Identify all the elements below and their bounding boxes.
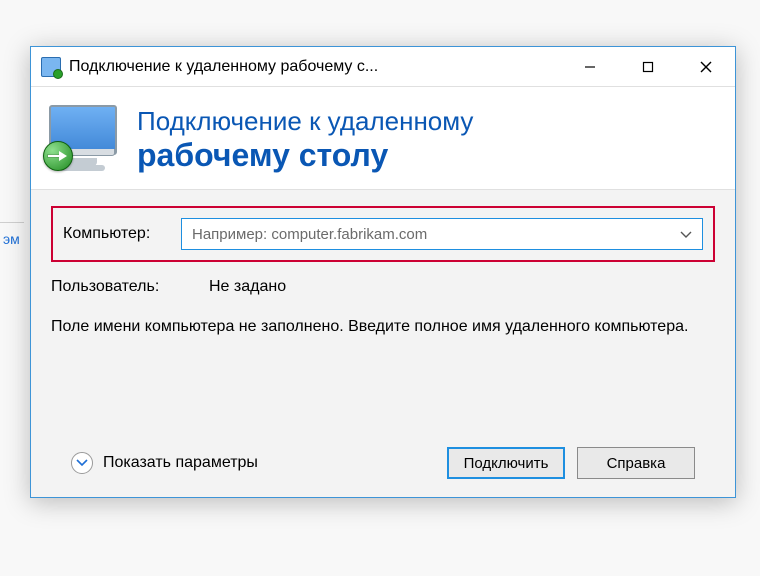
titlebar: Подключение к удаленному рабочему с... — [31, 47, 735, 87]
rdp-icon — [45, 105, 123, 175]
computer-placeholder: Например: computer.fabrikam.com — [192, 226, 427, 243]
computer-field-highlight: Компьютер: Например: computer.fabrikam.c… — [51, 206, 715, 262]
user-row: Пользователь: Не задано — [51, 278, 715, 296]
minimize-button[interactable] — [561, 47, 619, 87]
heading-line2: рабочему столу — [137, 137, 473, 174]
heading-line1: Подключение к удаленному — [137, 107, 473, 137]
hint-text: Поле имени компьютера не заполнено. Введ… — [51, 316, 691, 338]
computer-label: Компьютер: — [63, 225, 163, 243]
background-text: эм — [0, 222, 24, 262]
chevron-down-icon — [680, 226, 692, 243]
dialog-header: Подключение к удаленному рабочему столу — [31, 87, 735, 190]
user-label: Пользователь: — [51, 278, 191, 296]
show-options-label: Показать параметры — [103, 454, 258, 472]
help-button-label: Справка — [607, 455, 666, 472]
user-value: Не задано — [209, 278, 286, 296]
rdp-window: Подключение к удаленному рабочему с... П… — [30, 46, 736, 498]
connect-button[interactable]: Подключить — [447, 447, 565, 479]
window-title: Подключение к удаленному рабочему с... — [69, 58, 378, 76]
app-icon — [41, 57, 61, 77]
computer-combobox[interactable]: Например: computer.fabrikam.com — [181, 218, 703, 250]
dialog-body: Компьютер: Например: computer.fabrikam.c… — [31, 190, 735, 497]
heading: Подключение к удаленному рабочему столу — [137, 107, 473, 174]
chevron-down-circle-icon — [71, 452, 93, 474]
help-button[interactable]: Справка — [577, 447, 695, 479]
maximize-button[interactable] — [619, 47, 677, 87]
connect-button-label: Подключить — [464, 455, 549, 472]
dialog-footer: Показать параметры Подключить Справка — [51, 433, 715, 497]
show-options-toggle[interactable]: Показать параметры — [71, 452, 258, 474]
close-button[interactable] — [677, 47, 735, 87]
